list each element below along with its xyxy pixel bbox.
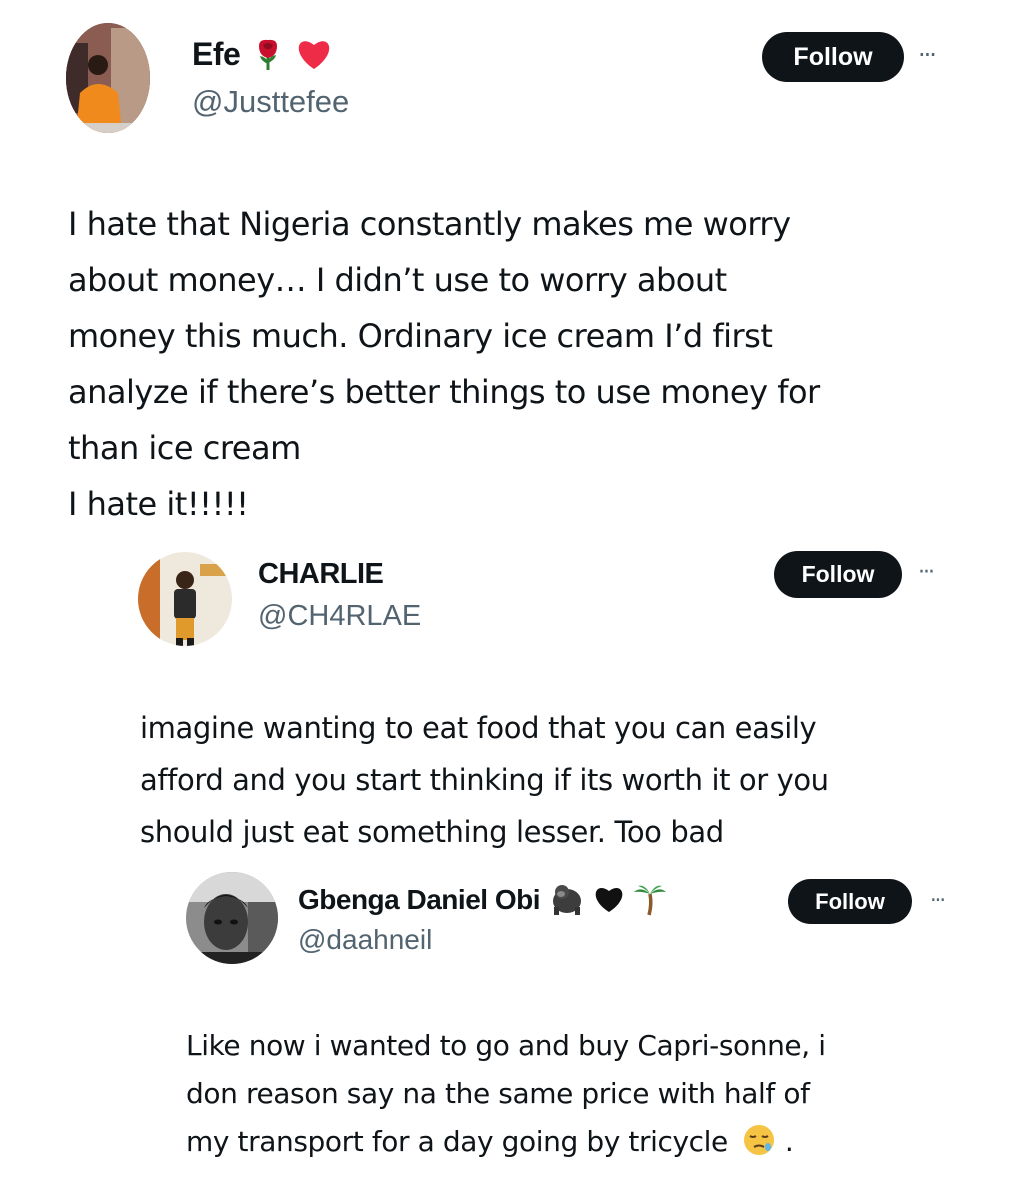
more-options-icon[interactable]: ···: [918, 562, 935, 584]
tweet-text-line: I hate that Nigeria constantly makes me …: [68, 205, 791, 243]
more-options-icon[interactable]: ···: [918, 43, 937, 67]
palm-tree-icon: [633, 882, 667, 916]
display-name[interactable]: Efe: [192, 36, 333, 74]
tweet-text: imagine wanting to eat food that you can…: [140, 702, 829, 858]
follow-button[interactable]: Follow: [762, 32, 904, 82]
sleepy-face-icon: [742, 1123, 776, 1157]
avatar-photo: [66, 23, 150, 133]
display-name[interactable]: CHARLIE: [258, 558, 384, 591]
tweet-text-line: Like now i wanted to go and buy Capri-so…: [186, 1029, 826, 1062]
tweet-text: I hate that Nigeria constantly makes me …: [68, 196, 820, 532]
display-name-text: Efe: [192, 36, 241, 72]
display-name[interactable]: Gbenga Daniel Obi: [298, 884, 667, 919]
rose-icon: [251, 37, 285, 71]
follow-button[interactable]: Follow: [774, 551, 902, 598]
tweet-text-line: don reason say na the same price with ha…: [186, 1077, 810, 1110]
tweet-text-fragment: my transport for a day going by tricycle: [186, 1125, 728, 1158]
handle[interactable]: @CH4RLAE: [258, 600, 421, 633]
more-options-icon[interactable]: ···: [930, 890, 946, 911]
handle[interactable]: @Justtefee: [192, 84, 349, 120]
tweet-text-line: I hate it!!!!!: [68, 485, 249, 523]
avatar[interactable]: [66, 23, 150, 133]
red-heart-icon: [295, 37, 333, 71]
gorilla-icon: [550, 883, 584, 915]
tweet-text-line: than ice cream: [68, 429, 301, 467]
black-heart-icon: [592, 884, 626, 914]
tweet-text-line: afford and you start thinking if its wor…: [140, 763, 829, 797]
display-name-text: Gbenga Daniel Obi: [298, 884, 540, 915]
tweet-text-line-last: my transport for a day going by tricycle…: [186, 1118, 826, 1166]
tweet-text-line: analyze if there’s better things to use …: [68, 373, 820, 411]
handle[interactable]: @daahneil: [298, 924, 432, 956]
tweet-text-line: imagine wanting to eat food that you can…: [140, 711, 817, 745]
follow-button[interactable]: Follow: [788, 879, 912, 924]
avatar-photo: [138, 552, 232, 646]
tweet-text-line: money this much. Ordinary ice cream I’d …: [68, 317, 773, 355]
avatar[interactable]: [186, 872, 278, 964]
avatar-photo: [186, 872, 278, 964]
avatar[interactable]: [138, 552, 232, 646]
tweet-text-line: about money… I didn’t use to worry about: [68, 261, 727, 299]
tweet-text: Like now i wanted to go and buy Capri-so…: [186, 1022, 826, 1166]
tweet-text-line: should just eat something lesser. Too ba…: [140, 815, 724, 849]
tweet-efe: Efe @Justtefee Follow ··· I hate that Ni…: [0, 0, 1028, 530]
tweet-text-fragment: .: [784, 1125, 794, 1158]
